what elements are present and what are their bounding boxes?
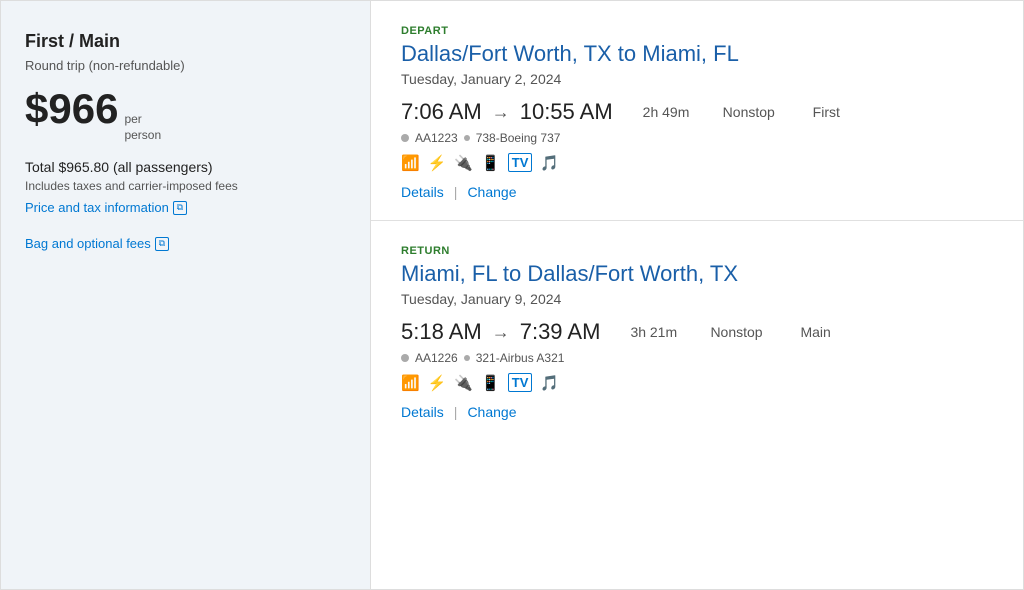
left-panel: First / Main Round trip (non-refundable)…	[1, 1, 371, 589]
depart-flight-number: AA1223	[415, 131, 458, 145]
return-action-separator: |	[454, 404, 458, 420]
return-section: RETURN Miami, FL to Dallas/Fort Worth, T…	[371, 221, 1023, 440]
return-wifi-icon: 📶	[401, 374, 420, 392]
external-link-icon-2: ⧉	[155, 237, 169, 251]
external-link-icon: ⧉	[173, 201, 187, 215]
includes-taxes: Includes taxes and carrier-imposed fees	[25, 179, 346, 193]
depart-date: Tuesday, January 2, 2024	[401, 71, 993, 87]
return-route: Miami, FL to Dallas/Fort Worth, TX	[401, 261, 993, 287]
action-separator: |	[454, 184, 458, 200]
depart-times-row: 7:06 AM → 10:55 AM 2h 49m Nonstop First	[401, 99, 993, 125]
return-phone-icon: 📱	[481, 374, 500, 392]
depart-aircraft: 738-Boeing 737	[476, 131, 561, 145]
depart-time: 7:06 AM	[401, 99, 482, 125]
return-tv-icon: TV	[508, 373, 533, 392]
return-duration: 3h 21m	[630, 324, 700, 340]
return-nonstop: Nonstop	[710, 324, 790, 340]
depart-arrive-time: 10:55 AM	[520, 99, 613, 125]
return-actions: Details | Change	[401, 404, 993, 420]
dot-icon	[401, 134, 409, 142]
depart-actions: Details | Change	[401, 184, 993, 200]
return-arrive-time: 7:39 AM	[520, 319, 601, 345]
return-power-icon: ⚡	[428, 374, 447, 392]
depart-change-link[interactable]: Change	[467, 184, 516, 200]
return-dot-icon	[401, 354, 409, 362]
bag-fees-link[interactable]: Bag and optional fees ⧉	[25, 236, 169, 251]
total-price: Total $965.80 (all passengers)	[25, 159, 346, 175]
return-flight-number: AA1226	[415, 351, 458, 365]
price-main: $966	[25, 85, 118, 133]
return-change-link[interactable]: Change	[467, 404, 516, 420]
dot-icon-2	[464, 135, 470, 141]
depart-tag: DEPART	[401, 25, 993, 37]
return-depart-time: 5:18 AM	[401, 319, 482, 345]
depart-section: DEPART Dallas/Fort Worth, TX to Miami, F…	[371, 1, 1023, 221]
tv-icon: TV	[508, 153, 533, 172]
fare-title: First / Main	[25, 31, 346, 52]
round-trip-label: Round trip (non-refundable)	[25, 58, 346, 73]
return-dot-icon-2	[464, 355, 470, 361]
power-icon: ⚡	[428, 154, 447, 172]
return-amenities: 📶 ⚡ 🔌 📱 TV 🎵	[401, 373, 993, 392]
return-times-row: 5:18 AM → 7:39 AM 3h 21m Nonstop Main	[401, 319, 993, 345]
return-usb-icon: 🔌	[454, 374, 473, 392]
price-row: $966 per person	[25, 85, 346, 143]
return-details-link[interactable]: Details	[401, 404, 444, 420]
depart-nonstop: Nonstop	[723, 104, 803, 120]
wifi-icon: 📶	[401, 154, 420, 172]
return-cabin: Main	[800, 324, 830, 340]
return-music-icon: 🎵	[540, 374, 559, 392]
phone-icon: 📱	[481, 154, 500, 172]
arrow-icon: →	[492, 102, 510, 123]
usb-icon: 🔌	[454, 154, 473, 172]
music-icon: 🎵	[540, 154, 559, 172]
depart-meta: AA1223 738-Boeing 737	[401, 131, 993, 145]
depart-amenities: 📶 ⚡ 🔌 📱 TV 🎵	[401, 153, 993, 172]
return-date: Tuesday, January 9, 2024	[401, 291, 993, 307]
return-tag: RETURN	[401, 245, 993, 257]
price-tax-link[interactable]: Price and tax information ⧉	[25, 200, 187, 215]
depart-details-link[interactable]: Details	[401, 184, 444, 200]
per-person: per person	[124, 112, 161, 143]
depart-route: Dallas/Fort Worth, TX to Miami, FL	[401, 41, 993, 67]
depart-cabin: First	[813, 104, 840, 120]
return-aircraft: 321-Airbus A321	[476, 351, 565, 365]
depart-duration: 2h 49m	[643, 104, 713, 120]
return-arrow-icon: →	[492, 322, 510, 343]
return-meta: AA1226 321-Airbus A321	[401, 351, 993, 365]
right-panel: DEPART Dallas/Fort Worth, TX to Miami, F…	[371, 1, 1023, 589]
